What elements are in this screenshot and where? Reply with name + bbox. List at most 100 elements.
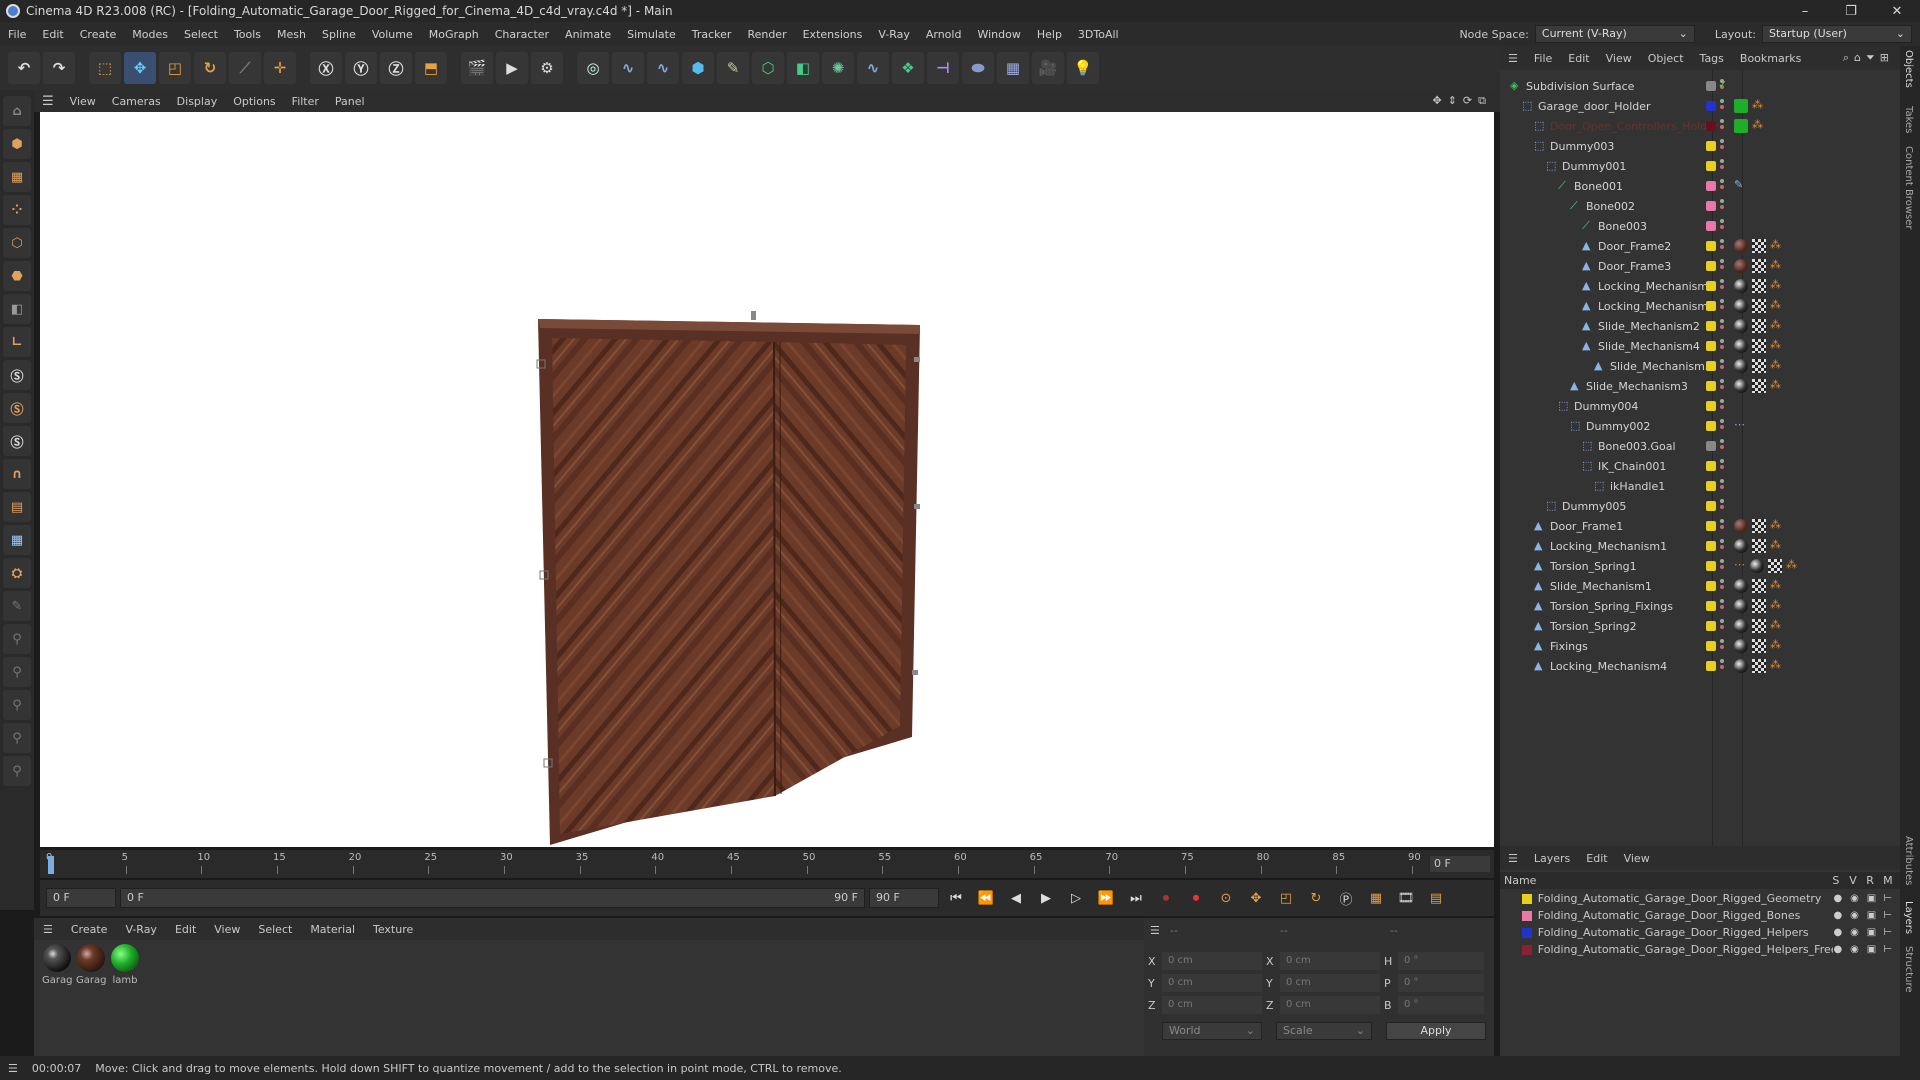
layer-color-chip[interactable] (1706, 381, 1716, 391)
uvw-tag-icon[interactable] (1752, 579, 1766, 593)
make-editable-icon[interactable]: ⌂ (3, 96, 31, 126)
vray-tag-icon[interactable]: ⁂ (1770, 239, 1782, 251)
layer-color-chip[interactable] (1706, 221, 1716, 231)
coordinate-system-icon[interactable]: ⬒ (415, 52, 447, 84)
python-script-icon[interactable]: ∿ (612, 52, 644, 84)
tab-objects[interactable]: Objects (1903, 50, 1914, 88)
uvw-tag-icon[interactable] (1752, 599, 1766, 613)
position-x-field[interactable]: 0 cm (1162, 952, 1262, 970)
node-space-dropdown[interactable]: Current (V-Ray) ⌄ (1534, 25, 1695, 43)
material-tag-icon[interactable] (1734, 659, 1748, 673)
material-tag-icon[interactable] (1734, 599, 1748, 613)
layer-color-swatch[interactable] (1522, 893, 1532, 904)
object-row[interactable]: ⬚ Dummy001 (1500, 156, 1900, 176)
layer-color-chip[interactable] (1706, 521, 1716, 531)
vray-tag-icon[interactable]: ⁂ (1770, 599, 1782, 611)
uvw-tag-icon[interactable] (1752, 239, 1766, 253)
layer-color-chip[interactable] (1706, 261, 1716, 271)
bind-tool-icon[interactable]: ⚲ (3, 723, 31, 753)
material-tag-icon[interactable] (1734, 619, 1748, 633)
visibility-dots-icon[interactable] (1720, 479, 1724, 491)
object-row[interactable]: ▲ Locking_Mechanism2 ⁂ (1500, 296, 1900, 316)
layer-color-swatch[interactable] (1522, 944, 1532, 955)
object-row[interactable]: ▲ Slide_Mechanism2 ⁂ (1500, 316, 1900, 336)
object-menu-tags[interactable]: Tags (1692, 52, 1732, 65)
object-row[interactable]: ▲ Fixings ⁂ (1500, 636, 1900, 656)
material-tag-icon[interactable] (1734, 519, 1748, 533)
material-tag-icon[interactable] (1734, 379, 1748, 393)
layer-color-chip[interactable] (1706, 541, 1716, 551)
menu-modes[interactable]: Modes (124, 28, 176, 41)
vray-tag-icon[interactable]: ⁂ (1770, 299, 1782, 311)
layer-color-swatch[interactable] (1522, 910, 1532, 921)
solo-dot-icon[interactable]: ● (1833, 893, 1850, 904)
material-menu-select[interactable]: Select (249, 923, 301, 936)
object-menu-edit[interactable]: Edit (1560, 52, 1597, 65)
layer-color-chip[interactable] (1706, 281, 1716, 291)
manager-icon[interactable]: ⊢ (1883, 910, 1900, 921)
menu-animate[interactable]: Animate (557, 28, 619, 41)
render-picture-viewer-icon[interactable]: ▶ (496, 52, 528, 84)
viewport-menu-panel[interactable]: Panel (327, 95, 373, 108)
tab-structure[interactable]: Structure (1903, 946, 1914, 993)
layer-color-chip[interactable] (1706, 421, 1716, 431)
python-script-2-icon[interactable]: ∿ (647, 52, 679, 84)
menu-simulate[interactable]: Simulate (619, 28, 684, 41)
deformer-icon[interactable]: ⊣ (927, 52, 959, 84)
recent-tool-icon[interactable]: ⟋ (229, 52, 261, 84)
layer-color-chip[interactable] (1706, 581, 1716, 591)
layer-color-chip[interactable] (1706, 661, 1716, 671)
field-icon[interactable]: ⬬ (962, 52, 994, 84)
object-row[interactable]: ⬚ Dummy003 (1500, 136, 1900, 156)
keyframe-selection-icon[interactable]: ⊙ (1213, 885, 1239, 911)
visibility-dots-icon[interactable] (1720, 159, 1724, 171)
material-tag-icon[interactable] (1734, 99, 1748, 113)
layer-hamburger-icon[interactable]: ☰ (1500, 852, 1526, 865)
vray-tag-icon[interactable]: ⁂ (1752, 99, 1764, 111)
menu-help[interactable]: Help (1029, 28, 1070, 41)
autokey-icon[interactable]: ⏺ (1183, 885, 1209, 911)
visibility-dots-icon[interactable] (1720, 659, 1724, 671)
layer-color-chip[interactable] (1706, 641, 1716, 651)
rig-tool-icon[interactable]: ⚲ (3, 756, 31, 786)
points-mode-icon[interactable]: ⁘ (3, 195, 31, 225)
snap-3d-icon[interactable]: Ⓢ (3, 426, 31, 456)
minimize-icon[interactable]: – (1782, 4, 1828, 19)
visibility-dots-icon[interactable] (1720, 519, 1724, 531)
grid-icon[interactable]: ▦ (3, 525, 31, 555)
layer-color-chip[interactable] (1706, 561, 1716, 571)
material-menu-vray[interactable]: V-Ray (116, 923, 166, 936)
visibility-dots-icon[interactable] (1720, 239, 1724, 251)
ik-tool-icon[interactable]: ⚲ (3, 690, 31, 720)
eye-icon[interactable]: ◉ (1850, 944, 1867, 955)
dots-tag-icon[interactable]: ⋯ (1734, 559, 1746, 571)
material-tag-icon[interactable] (1734, 339, 1748, 353)
go-to-end-icon[interactable]: ⏭ (1123, 885, 1149, 911)
visibility-dots-icon[interactable] (1720, 419, 1724, 431)
coordinate-space-dropdown[interactable]: World ⌄ (1162, 1022, 1262, 1040)
visibility-dots-icon[interactable] (1720, 499, 1724, 511)
render-icon[interactable]: ▣ (1867, 944, 1884, 955)
rotation-p-field[interactable]: 0 ° (1398, 974, 1484, 992)
material-tag-icon[interactable] (1734, 259, 1748, 273)
enabled-check-icon[interactable]: ✓ (1718, 79, 1730, 91)
vray-icon[interactable]: ◎ (577, 52, 609, 84)
object-row[interactable]: ▲ Torsion_Spring1 ⋯ ⁂ (1500, 556, 1900, 576)
solo-dot-icon[interactable]: ● (1833, 944, 1850, 955)
visibility-dots-icon[interactable] (1720, 359, 1724, 371)
object-row[interactable]: ⬚ Bone003.Goal (1500, 436, 1900, 456)
uvw-tag-icon[interactable] (1752, 299, 1766, 313)
visibility-dots-icon[interactable] (1720, 539, 1724, 551)
object-row[interactable]: ▲ Torsion_Spring_Fixings ⁂ (1500, 596, 1900, 616)
visibility-dots-icon[interactable] (1720, 599, 1724, 611)
cube-primitive-icon[interactable]: ⬢ (682, 52, 714, 84)
visibility-dots-icon[interactable] (1720, 139, 1724, 151)
visibility-dots-icon[interactable] (1720, 459, 1724, 471)
rotation-key-icon[interactable]: ↻ (1303, 885, 1329, 911)
visibility-dots-icon[interactable] (1720, 219, 1724, 231)
tab-attributes[interactable]: Attributes (1903, 836, 1914, 885)
object-row[interactable]: ▲ Door_Frame1 ⁂ (1500, 516, 1900, 536)
layer-color-chip[interactable] (1706, 141, 1716, 151)
redo-icon[interactable]: ↷ (43, 52, 75, 84)
visibility-dots-icon[interactable] (1720, 99, 1724, 111)
